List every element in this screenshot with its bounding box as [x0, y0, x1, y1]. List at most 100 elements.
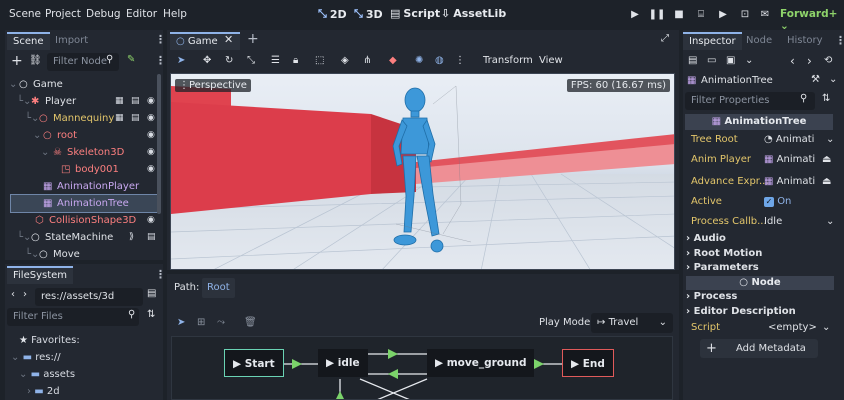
property-script[interactable]: Script <empty> ⌄ — [686, 318, 836, 338]
workspace-3d-button[interactable]: ⤡ 3D — [354, 7, 383, 21]
play-icon[interactable]: ▶ — [626, 8, 644, 24]
keyframe-icon[interactable]: ⏏ — [822, 172, 831, 192]
tab-scene[interactable]: Scene — [7, 32, 50, 50]
history-icon[interactable]: ⟲ — [824, 55, 832, 66]
add-node-icon[interactable]: + — [11, 53, 23, 69]
transform-menu[interactable]: Transform — [483, 55, 533, 66]
renderer-selector[interactable]: Forward+ ⌄ — [780, 8, 844, 32]
tab-import[interactable]: Import — [49, 32, 94, 50]
tree-item-statemachine[interactable]: └⌄ ○ StateMachine ⟫ ▤ — [11, 229, 159, 246]
kebab-menu-icon[interactable]: ⋮ — [155, 33, 166, 46]
state-node-idle[interactable]: ▶ idle — [318, 349, 368, 377]
property-process-callback[interactable]: Process Callb... Idle ⌄ — [686, 212, 836, 232]
property-value[interactable]: Idle — [764, 212, 782, 232]
tree-item-animationplayer[interactable]: ▦ AnimationPlayer — [11, 178, 159, 195]
chevron-down-icon[interactable]: ⌄ — [826, 130, 834, 150]
tab-inspector[interactable]: Inspector — [683, 32, 742, 50]
menu-editor[interactable]: Editor — [126, 8, 157, 20]
back-icon[interactable]: ‹ — [11, 289, 15, 300]
fullscreen-icon[interactable]: ⤢ — [661, 33, 669, 44]
menu-scene[interactable]: Scene — [9, 8, 41, 20]
stop-icon[interactable]: ■ — [670, 8, 688, 24]
kebab-menu-icon[interactable]: ⋮ — [835, 34, 844, 47]
pause-icon[interactable]: ❚❚ — [648, 8, 666, 24]
group-icon[interactable]: ⬚ — [315, 55, 324, 66]
object-menu-icon[interactable]: ⌄ — [829, 74, 837, 85]
scale-tool-icon[interactable]: ⤡ — [247, 55, 255, 66]
section-process[interactable]: › Process — [686, 291, 737, 302]
chevron-down-icon[interactable]: ⌄ — [822, 318, 830, 338]
kebab-menu-icon[interactable]: ⋮ — [155, 268, 166, 281]
move-tool-icon[interactable]: ✥ — [203, 55, 211, 66]
workspace-2d-button[interactable]: ⤡ 2D — [318, 7, 347, 21]
camera-override-icon[interactable]: ◆ — [389, 55, 397, 66]
tab-node[interactable]: Node — [740, 32, 778, 50]
view-menu[interactable]: View — [539, 55, 563, 66]
state-node-end[interactable]: ▶ End — [562, 349, 614, 377]
delete-icon[interactable]: 🗑︎ — [244, 317, 257, 328]
local-space-icon[interactable]: ◈ — [341, 55, 349, 66]
add-metadata-button[interactable]: + Add Metadata — [700, 339, 818, 358]
section-root-motion[interactable]: › Root Motion — [686, 248, 762, 259]
active-checkbox[interactable]: ✓ On — [764, 192, 791, 212]
play-mode-select[interactable]: ↦ Travel ⌄ — [591, 313, 673, 333]
attach-script-icon[interactable]: ✎ — [127, 54, 135, 65]
tree-item-mannequiny[interactable]: └⌄ ○ Mannequiny ▦ ▤ ◉ — [11, 110, 159, 127]
workspace-script-button[interactable]: ▤ Script — [390, 7, 440, 20]
script-icon[interactable]: ▤ — [131, 110, 140, 127]
movie-maker-icon[interactable]: ✉ — [756, 8, 774, 24]
tools-icon[interactable]: ⚒ — [811, 74, 820, 85]
state-node-start[interactable]: ▶ Start — [224, 349, 284, 377]
property-value[interactable]: ◔ Animati — [764, 130, 814, 150]
select-tool-icon[interactable]: ➤ — [177, 317, 185, 328]
clapper-icon[interactable]: ▦ — [115, 110, 124, 127]
open-resource-icon[interactable]: ▭ — [707, 55, 716, 66]
sort-icon[interactable]: ⇅ — [147, 309, 155, 320]
property-advance-expression[interactable]: Advance Expr... ▦ Animati ⏏ — [686, 172, 836, 192]
inspector-filter-input[interactable]: Filter Properties — [685, 92, 815, 110]
keyframe-icon[interactable]: ⏏ — [822, 150, 831, 170]
list-item-favorites[interactable]: ★ Favorites: — [19, 332, 80, 349]
inspected-object-name[interactable]: AnimationTree — [701, 75, 773, 86]
tree-item-root[interactable]: ⌄ ○ root ◉ — [11, 127, 159, 144]
sun-preview-icon[interactable]: ✺ — [415, 55, 423, 66]
property-anim-player[interactable]: Anim Player ▦ Animati ⏏ — [686, 150, 836, 170]
snap-icon[interactable]: ⋔ — [363, 55, 371, 66]
section-editor-description[interactable]: › Editor Description — [686, 306, 796, 317]
scene-options-icon[interactable]: ⋮ — [155, 54, 166, 67]
back-icon[interactable]: ‹ — [790, 54, 795, 68]
remote-debug-icon[interactable]: ⌸ — [692, 8, 710, 24]
split-view-icon[interactable]: ▤ — [147, 288, 156, 299]
save-icon[interactable]: ▣ — [726, 55, 735, 66]
signal-icon[interactable]: ⟫ — [129, 229, 134, 246]
path-root-button[interactable]: Root — [202, 278, 235, 298]
forward-icon[interactable]: › — [807, 54, 812, 68]
forward-icon[interactable]: › — [23, 289, 27, 300]
tree-item-collisionshape3d[interactable]: ⬡ CollisionShape3D ◉ — [11, 212, 159, 229]
clapper-icon[interactable]: ▦ — [115, 93, 124, 110]
more-options-icon[interactable]: ⋮ — [455, 55, 465, 66]
environment-preview-icon[interactable]: ◍ — [435, 55, 444, 66]
visibility-icon[interactable]: ◉ — [147, 212, 155, 229]
workspace-assetlib-button[interactable]: ⇩ AssetLib — [441, 7, 506, 20]
list-item-res[interactable]: ⌄ ▬ res:// — [11, 349, 61, 366]
add-tab-icon[interactable]: + — [247, 31, 259, 47]
visibility-icon[interactable]: ◉ — [147, 144, 155, 161]
resource-menu-icon[interactable]: ⌄ — [745, 55, 753, 66]
tree-item-game[interactable]: ⌄ ○ Game — [9, 76, 159, 93]
tree-item-move[interactable]: └⌄ ○ Move — [11, 246, 159, 260]
new-resource-icon[interactable]: ▤ — [688, 55, 697, 66]
link-icon[interactable]: ⛓ — [29, 55, 42, 66]
state-node-move-ground[interactable]: ▶ move_ground — [427, 349, 535, 377]
tree-item-skeleton3d[interactable]: ⌄ ☠ Skeleton3D ◉ — [11, 144, 159, 161]
state-machine-graph[interactable]: ▶ Start ▶ idle ▶ move_ground ▶ End — [171, 336, 673, 400]
tree-item-animationtree[interactable]: ▦ AnimationTree — [10, 194, 160, 213]
close-icon[interactable]: ✕ — [224, 33, 233, 46]
list-item-2d[interactable]: › ▬ 2d — [27, 383, 60, 400]
scene-scrollbar[interactable] — [157, 74, 161, 214]
visibility-icon[interactable]: ◉ — [147, 93, 155, 110]
chevron-down-icon[interactable]: ⌄ — [826, 212, 834, 232]
filesystem-filter-input[interactable]: Filter Files — [7, 308, 139, 326]
menu-help[interactable]: Help — [163, 8, 187, 20]
play-scene-icon[interactable]: ▶ — [714, 8, 732, 24]
